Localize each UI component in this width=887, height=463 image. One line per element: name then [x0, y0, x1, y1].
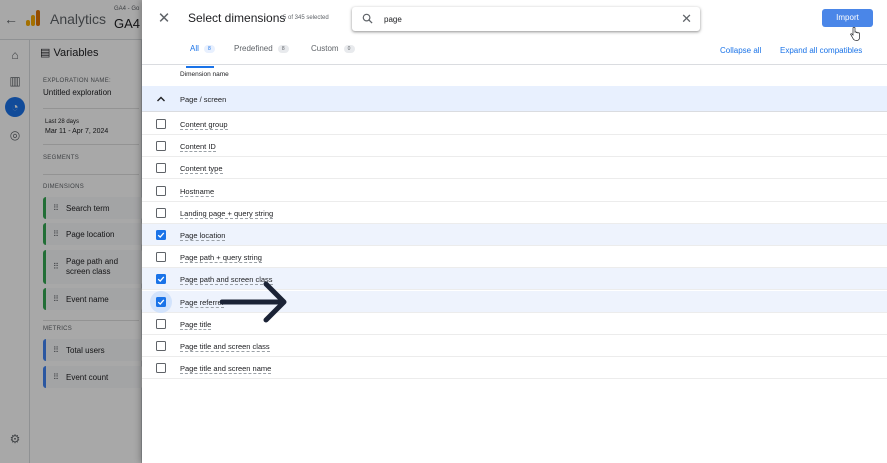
dimension-label: Content group [180, 120, 228, 130]
checkbox[interactable] [156, 119, 166, 129]
expand-all-compatibles-button[interactable]: Expand all compatibles [780, 46, 862, 55]
checkbox[interactable] [156, 318, 166, 329]
checkbox[interactable] [156, 341, 166, 351]
dimension-label: Page referrer [180, 297, 225, 308]
group-label: Page / screen [180, 95, 227, 104]
dimension-row[interactable]: Page path + query string [142, 246, 887, 269]
checkbox-checked[interactable] [156, 296, 166, 307]
search-box[interactable]: ✕ [352, 7, 700, 31]
arrow-right-icon [220, 281, 287, 323]
dimension-row[interactable]: Page location [142, 224, 887, 246]
search-icon [362, 13, 373, 24]
checkbox[interactable] [156, 163, 166, 174]
select-dimensions-dialog: ✕ Select dimensions 5 of 345 selected ✕ … [142, 0, 887, 463]
checkmark-icon [157, 299, 165, 305]
checkbox-checked[interactable] [156, 274, 166, 285]
checkbox-checked[interactable] [156, 230, 166, 240]
dimension-label: Content ID [180, 142, 216, 153]
clear-icon[interactable]: ✕ [681, 10, 692, 28]
checkbox[interactable] [156, 252, 166, 263]
hand-pointer-icon [850, 27, 860, 41]
checkbox[interactable] [156, 363, 166, 374]
divider [142, 64, 887, 65]
dimension-row[interactable]: Content ID [142, 135, 887, 158]
collapse-all-button[interactable]: Collapse all [720, 46, 761, 55]
dialog-title: Select dimensions [188, 11, 286, 25]
dimension-label: Hostname [180, 186, 215, 197]
dimension-label: Landing page + query string [180, 208, 274, 219]
checkbox[interactable] [156, 141, 166, 152]
dimension-row[interactable]: Page title and screen name [142, 357, 887, 380]
import-button[interactable]: Import [822, 9, 873, 27]
checkmark-icon [157, 276, 165, 283]
column-header-dimension-name[interactable]: Dimension name [180, 71, 229, 78]
group-row-page-screen[interactable]: Page / screen [142, 86, 887, 112]
checkmark-icon [157, 232, 165, 239]
dimension-label: Content type [180, 164, 223, 175]
selected-count: 5 of 345 selected [283, 15, 329, 21]
dimension-label: Page title and screen class [180, 342, 270, 352]
active-tab-indicator [186, 66, 214, 68]
dimension-row[interactable]: Hostname [142, 180, 887, 202]
checkbox[interactable] [156, 185, 166, 196]
dimension-label: Page location [180, 231, 226, 241]
dimension-row[interactable]: Page title and screen class [142, 335, 887, 357]
dimension-row[interactable]: Landing page + query string [142, 202, 887, 224]
dimension-label: Page title [180, 319, 212, 330]
chevron-up-icon[interactable] [156, 94, 166, 104]
checkbox[interactable] [156, 207, 166, 218]
dimension-label: Page title and screen name [180, 364, 272, 375]
dimension-label: Page path + query string [180, 253, 262, 264]
search-input[interactable] [384, 12, 664, 26]
dimension-row[interactable]: Content type [142, 157, 887, 180]
dimension-row[interactable]: Content group [142, 113, 887, 135]
close-icon[interactable]: ✕ [155, 10, 173, 28]
